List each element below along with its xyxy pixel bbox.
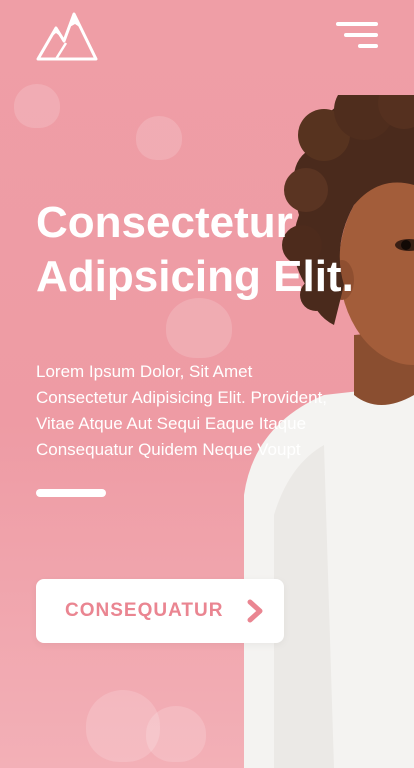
background-shape [14, 84, 60, 128]
cta-button[interactable]: CONSEQUATUR [36, 579, 284, 643]
menu-bar-bottom [358, 44, 378, 48]
cta-label: CONSEQUATUR [65, 600, 224, 621]
chevron-right-icon [247, 599, 263, 623]
background-shape [136, 116, 182, 160]
mountain-logo-icon[interactable] [36, 12, 98, 62]
menu-bar-top [336, 22, 378, 26]
background-shape [146, 706, 206, 762]
menu-bar-middle [344, 33, 378, 37]
hamburger-menu-icon[interactable] [336, 22, 378, 52]
divider-bar [36, 489, 106, 497]
headline-line-2: Adipsicing Elit. [36, 252, 354, 301]
hero-description: Lorem Ipsum Dolor, Sit Amet Consectetur … [36, 362, 328, 459]
hero-headline: Consectetur Adipsicing Elit. [36, 196, 376, 304]
headline-line-1: Consectetur [36, 198, 293, 247]
